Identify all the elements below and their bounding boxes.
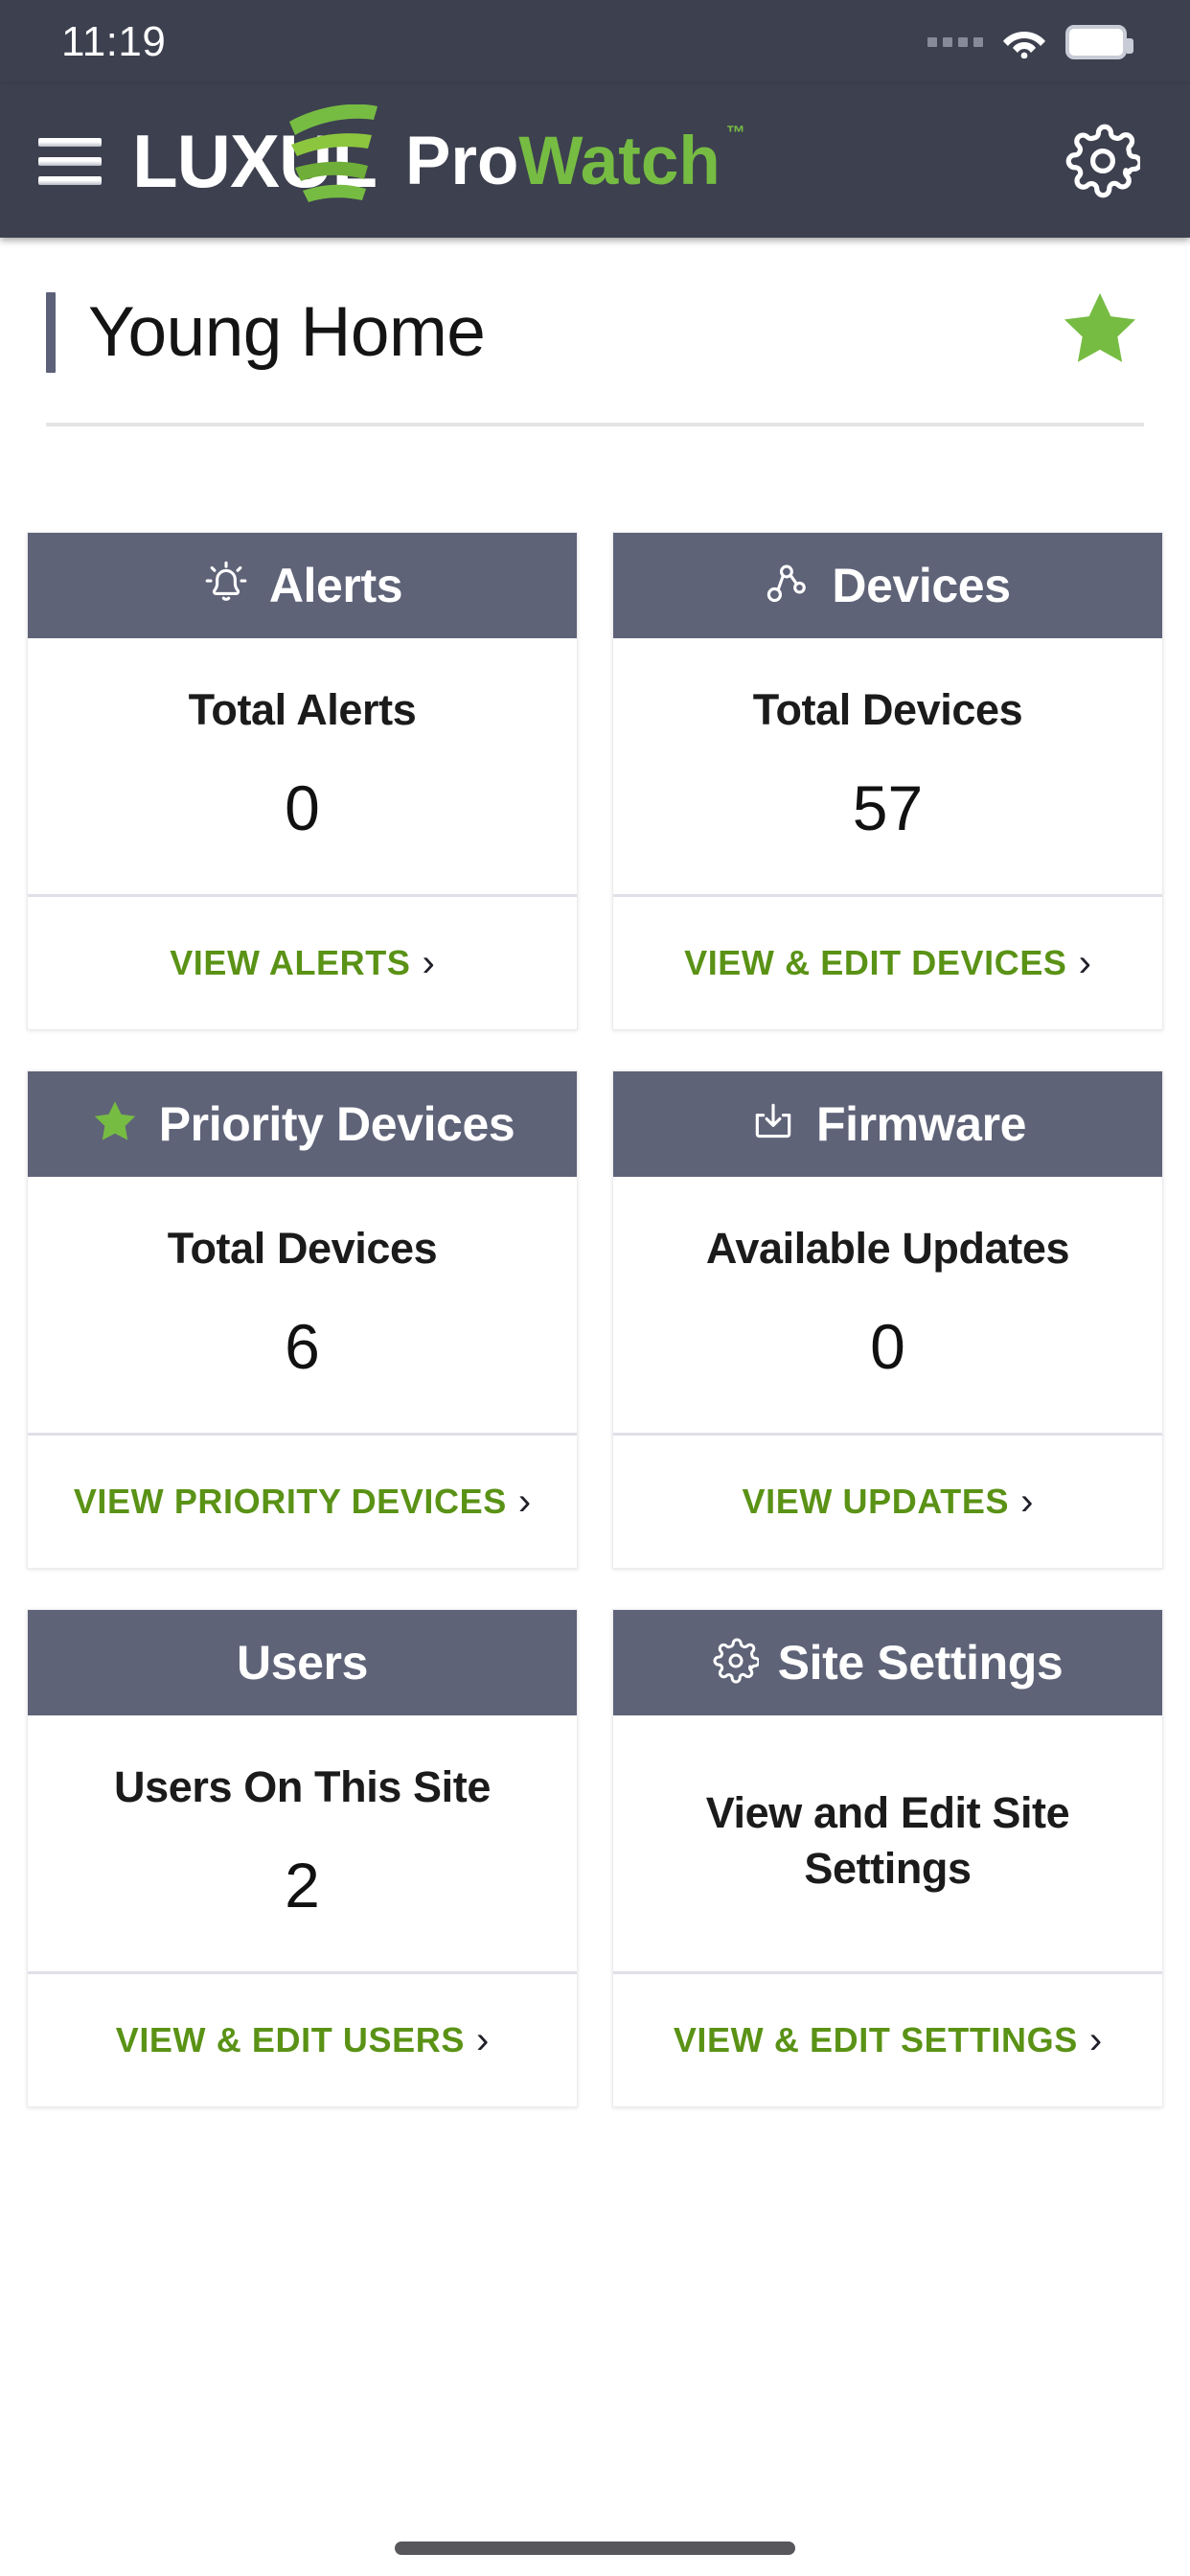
card-title: Alerts [268,559,403,612]
card-title: Users [237,1636,368,1690]
card-devices[interactable]: Devices Total Devices 57 VIEW & EDIT DEV… [612,532,1163,1030]
card-link-label: VIEW PRIORITY DEVICES [73,1482,507,1521]
card-title: Devices [832,559,1011,612]
card-header: Devices [613,533,1162,638]
card-body: Total Devices 57 [613,638,1162,897]
card-users[interactable]: Users Users On This Site 2 VIEW & EDIT U… [27,1609,578,2107]
firmware-download-icon [749,1098,797,1151]
prowatch-watch-text: Watch [518,123,721,199]
page-title: Young Home [88,293,486,371]
home-indicator[interactable] [395,2542,795,2555]
card-link-label: VIEW & EDIT USERS [115,2020,465,2059]
battery-icon [1065,25,1133,59]
metric-label: Total Devices [167,1223,438,1273]
device-network-icon [765,560,812,612]
alert-bell-icon [202,560,250,612]
card-body: Users On This Site 2 [28,1715,577,1974]
metric-label: Available Updates [705,1223,1070,1273]
card-link-label: VIEW ALERTS [170,943,411,982]
app-bar: LUXUL ProWatch ™ [0,84,1190,238]
card-link-label: VIEW & EDIT DEVICES [684,943,1067,982]
card-alerts[interactable]: Alerts Total Alerts 0 VIEW ALERTS › [27,532,578,1030]
metric-label: Users On This Site [114,1761,491,1811]
dashboard-card-grid: Alerts Total Alerts 0 VIEW ALERTS › Devi… [0,532,1190,2107]
luxul-text: LUXUL [132,119,378,203]
card-title: Priority Devices [158,1097,515,1151]
card-header: Site Settings [613,1610,1162,1715]
luxul-wordmark: LUXUL [132,104,378,202]
metric-value: 57 [852,772,924,844]
card-link-label: VIEW & EDIT SETTINGS [673,2020,1078,2059]
brand-logo: LUXUL ProWatch ™ [132,104,745,202]
card-header: Users [28,1610,577,1715]
card-header: Alerts [28,533,577,638]
card-body: Total Devices 6 [28,1177,577,1436]
status-bar: 11:19 [0,0,1190,84]
gear-icon[interactable] [1065,124,1140,198]
metric-value: 0 [870,1311,905,1383]
page-title-group: Young Home [46,291,486,373]
chevron-right-icon: › [422,942,435,984]
metric-label: Total Alerts [188,684,417,734]
chevron-right-icon: › [1020,1481,1034,1523]
wifi-icon [1002,26,1046,59]
card-link-devices[interactable]: VIEW & EDIT DEVICES › [613,897,1162,1029]
prowatch-wordmark: ProWatch ™ [404,123,745,199]
chevron-right-icon: › [475,2019,490,2061]
card-title: Site Settings [777,1636,1064,1690]
card-priority-devices[interactable]: Priority Devices Total Devices 6 VIEW PR… [27,1070,578,1569]
metric-value: 0 [285,772,320,844]
card-header: Priority Devices [28,1071,577,1177]
card-header: Firmware [613,1071,1162,1177]
chevron-right-icon: › [1078,942,1091,984]
card-link-alerts[interactable]: VIEW ALERTS › [28,897,577,1029]
metric-label: Total Devices [752,684,1023,734]
status-clock: 11:19 [61,18,167,65]
card-link-site-settings[interactable]: VIEW & EDIT SETTINGS › [613,1974,1162,2106]
chevron-right-icon: › [1088,2019,1103,2061]
card-firmware[interactable]: Firmware Available Updates 0 VIEW UPDATE… [612,1070,1163,1569]
card-link-label: VIEW UPDATES [742,1482,1010,1521]
favorite-star-icon[interactable] [1056,288,1144,377]
card-body: Total Alerts 0 [28,638,577,897]
prowatch-pro-text: Pro [404,123,519,199]
page-header: Young Home [0,238,1190,377]
gear-icon [713,1638,761,1689]
signal-dots-icon [927,37,983,47]
card-link-users[interactable]: VIEW & EDIT USERS › [28,1974,577,2106]
card-title: Firmware [815,1097,1027,1151]
metric-value: 2 [285,1850,320,1921]
star-icon [90,1097,140,1152]
status-icons [927,25,1133,59]
card-site-settings[interactable]: Site Settings View and Edit Site Setting… [612,1609,1163,2107]
title-accent-bar [46,291,56,373]
header-divider [46,423,1144,426]
app-screen: 11:19 LUXUL ProWatch ™ Young Home Alerts… [0,0,1190,2576]
card-body: Available Updates 0 [613,1177,1162,1436]
hamburger-menu-icon[interactable] [38,137,102,185]
trademark-symbol: ™ [725,122,745,144]
chevron-right-icon: › [517,1481,532,1523]
metric-label: View and Edit Site Settings [705,1787,1070,1893]
card-link-priority-devices[interactable]: VIEW PRIORITY DEVICES › [28,1436,577,1568]
card-body: View and Edit Site Settings [613,1715,1162,1974]
metric-value: 6 [285,1311,320,1383]
card-link-firmware[interactable]: VIEW UPDATES › [613,1436,1162,1568]
